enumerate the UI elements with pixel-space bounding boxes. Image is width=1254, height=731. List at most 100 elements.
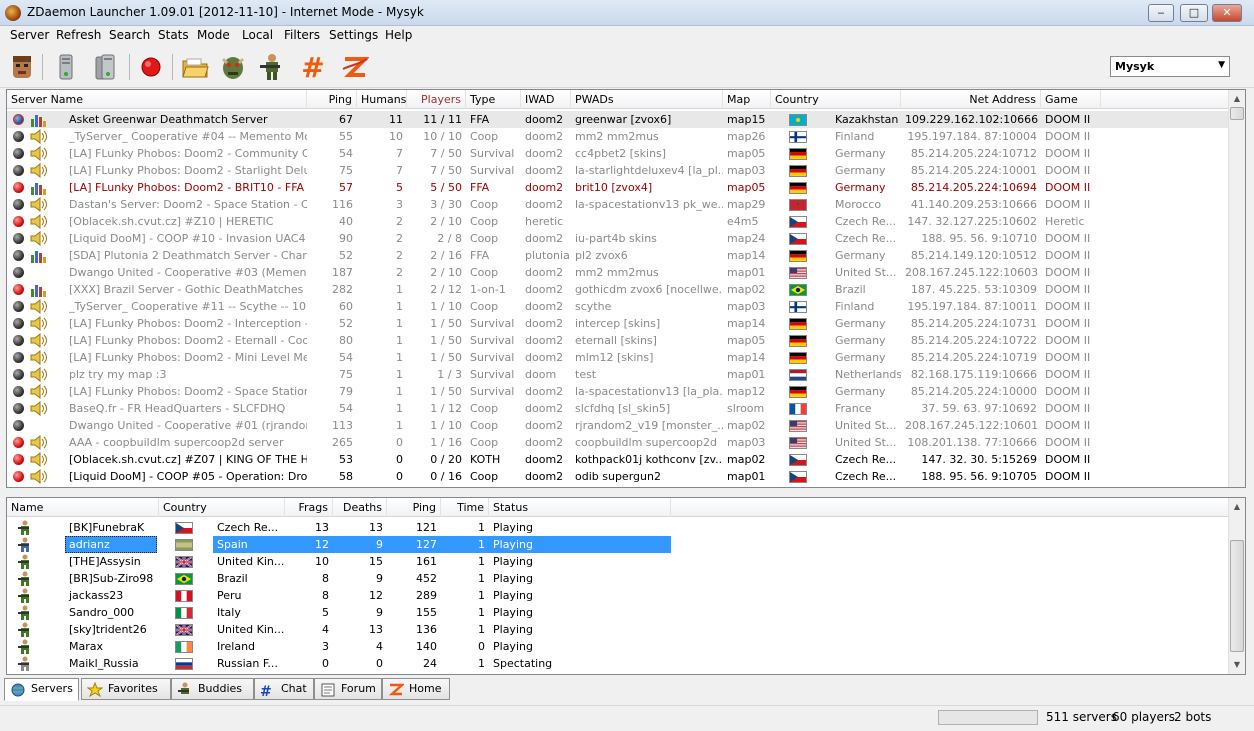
server-row[interactable]: [Oblacek.sh.cvut.cz] #Z10 | HERETIC 40 2 2 … [7, 213, 1229, 230]
server-row[interactable]: Dwango United - Cooperative #01 (rjrando… [7, 417, 1229, 434]
tab-home[interactable]: Home [382, 678, 450, 700]
column-header-frags[interactable]: Frags [285, 498, 333, 517]
server-status-icon [13, 114, 24, 125]
menu-mode[interactable]: Mode [197, 28, 230, 42]
menu-help[interactable]: Help [385, 28, 412, 42]
player-row[interactable]: [BR]Sub-Ziro98 Brazil 8 9 452 1 Playing [7, 570, 1229, 587]
column-header-game[interactable]: Game [1041, 90, 1101, 109]
column-header-status[interactable]: Status [489, 498, 671, 517]
server-pwads: mm2 mm2mus [575, 266, 659, 279]
menu-filters[interactable]: Filters [284, 28, 320, 42]
server-type: Coop [470, 215, 499, 228]
server-list-scrollbar[interactable]: ▲ [1228, 90, 1245, 487]
close-button[interactable]: ✕ [1212, 4, 1242, 22]
column-header-deaths[interactable]: Deaths [333, 498, 387, 517]
column-header-country[interactable]: Country [159, 498, 285, 517]
player-row[interactable]: Sandro_000 Italy 5 9 155 1 Playing [7, 604, 1229, 621]
doomguy-icon[interactable] [7, 52, 37, 82]
scroll-thumb[interactable] [1230, 107, 1244, 120]
server-name: _TyServer_ Cooperative #11 -- Scythe -- … [69, 300, 307, 313]
server-row[interactable]: [LA] FLunky Phobos: Doom2 - Eternall - C… [7, 332, 1229, 349]
server-list[interactable]: Server Name Ping Humans Players Type IWAD PWAD… [6, 89, 1246, 488]
column-header-ping[interactable]: Ping [307, 90, 357, 109]
server-row[interactable]: [LA] FLunky Phobos: Doom2 - Space Statio… [7, 383, 1229, 400]
scroll-up-icon[interactable]: ▲ [1229, 90, 1245, 107]
server-iwad: doom2 [525, 470, 564, 483]
server-row[interactable]: [Liquid DooM] - COOP #05 - Operation: Dr… [7, 468, 1229, 485]
player-row[interactable]: [sky]trident26 United Kin... 4 13 136 1 Playin… [7, 621, 1229, 638]
server-row[interactable]: Dastan's Server: Doom2 - Space Station -… [7, 196, 1229, 213]
player-list-scrollbar[interactable]: ▲ ▼ [1228, 498, 1245, 674]
menu-settings[interactable]: Settings [329, 28, 378, 42]
tab-forum[interactable]: Forum [314, 678, 382, 700]
tab-chat[interactable]: # Chat [254, 678, 314, 700]
player-row[interactable]: [BK]FunebraK Czech Re... 13 13 121 1 Playing [7, 519, 1229, 536]
zdaemon-logo-icon[interactable] [340, 52, 370, 82]
column-header-players[interactable]: Players [407, 90, 466, 109]
player-row[interactable]: adrianz Spain 12 9 127 1 Playing [7, 536, 1229, 553]
tab-label: Home [409, 682, 442, 695]
soldier-icon[interactable] [257, 52, 287, 82]
stop-icon[interactable] [136, 52, 166, 82]
column-header-map[interactable]: Map [723, 90, 771, 109]
column-header-pwads[interactable]: PWADs [571, 90, 723, 109]
column-header-country[interactable]: Country [771, 90, 901, 109]
scroll-up-icon[interactable]: ▲ [1229, 498, 1245, 515]
server-row[interactable]: AAA - coopbuildlm supercoop2d server 265 0… [7, 434, 1229, 451]
server-row[interactable]: Asket Greenwar Deathmatch Server 67 11 11 /… [7, 111, 1229, 128]
menu-refresh[interactable]: Refresh [56, 28, 101, 42]
menu-stats[interactable]: Stats [158, 28, 189, 42]
server-row[interactable]: _TyServer_ Cooperative #11 -- Scythe -- … [7, 298, 1229, 315]
server-row[interactable]: [XXX] Brazil Server - Gothic DeathMatche… [7, 281, 1229, 298]
voice-speaker-icon [29, 162, 47, 179]
player-row[interactable]: [THE]Assysin United Kin... 10 15 161 1 Playing [7, 553, 1229, 570]
column-header-name[interactable]: Name [7, 498, 159, 517]
hash-icon[interactable]: # [298, 51, 328, 84]
player-row[interactable]: Marax Ireland 3 4 140 0 Playing [7, 638, 1229, 655]
column-header-name[interactable]: Server Name [7, 90, 307, 109]
tab-buddies[interactable]: Buddies [171, 678, 254, 700]
column-header-type[interactable]: Type [466, 90, 521, 109]
server-country: Brazil [835, 283, 866, 296]
column-header-ping[interactable]: Ping [387, 498, 441, 517]
column-header-humans[interactable]: Humans [357, 90, 407, 109]
server-row[interactable]: [LA] FLunky Phobos: Doom2 - Mini Level M… [7, 349, 1229, 366]
player-row[interactable]: jackass23 Peru 8 12 289 1 Playing [7, 587, 1229, 604]
profile-select[interactable]: Mysyk ▼ [1110, 56, 1230, 77]
menu-server[interactable]: Server [10, 28, 49, 42]
server-all-icon[interactable] [90, 52, 120, 82]
server-row[interactable]: plz try my map :3 75 1 1 / 3 Survival doom tes… [7, 366, 1229, 383]
column-header-time[interactable]: Time [441, 498, 489, 517]
server-row[interactable]: [LA] FLunky Phobos: Doom2 - Interception… [7, 315, 1229, 332]
player-green-icon [18, 622, 32, 637]
server-map: map29 [727, 198, 766, 211]
scroll-thumb[interactable] [1230, 540, 1244, 652]
column-header-iwad[interactable]: IWAD [521, 90, 571, 109]
server-type: FFA [470, 113, 490, 126]
menu-search[interactable]: Search [109, 28, 150, 42]
monster-icon[interactable] [218, 52, 248, 82]
scroll-down-icon[interactable]: ▼ [1229, 656, 1245, 673]
column-header-addr[interactable]: Net Address [901, 90, 1041, 109]
player-list[interactable]: Name Country Frags Deaths Ping Time Status [BK… [6, 497, 1246, 675]
server-row[interactable]: [Liquid DooM] - COOP #10 - Invasion UAC4… [7, 230, 1229, 247]
flag-cz-icon [789, 233, 807, 245]
tab-servers[interactable]: Servers [4, 678, 79, 701]
server-row[interactable]: Dwango United - Cooperative #03 (Memento… [7, 264, 1229, 281]
server-ping: 55 [339, 130, 353, 143]
minimize-button[interactable]: ‒ [1148, 4, 1174, 22]
maximize-button[interactable]: □ [1180, 4, 1208, 22]
server-row[interactable]: BaseQ.fr - FR HeadQuarters - SLCFDHQ 54 1 1… [7, 400, 1229, 417]
player-row[interactable]: Maikl_Russia Russian F... 0 0 24 1 Spectating [7, 655, 1229, 672]
server-row[interactable]: [Oblacek.sh.cvut.cz] #Z07 | KING OF THE … [7, 451, 1229, 468]
server-row[interactable]: [LA] FLunky Phobos: Doom2 - Community Ch… [7, 145, 1229, 162]
server-row[interactable]: [LA] FLunky Phobos: Doom2 - Starlight De… [7, 162, 1229, 179]
tab-favorites[interactable]: Favorites [81, 678, 171, 700]
open-folder-icon[interactable] [180, 52, 210, 82]
server-row[interactable]: [LA] FLunky Phobos: Doom2 - BRIT10 - FFA… [7, 179, 1229, 196]
server-row[interactable]: [SDA] Plutonia 2 Deathmatch Server - Cha… [7, 247, 1229, 264]
server-icon[interactable] [51, 52, 81, 82]
menu-local[interactable]: Local [242, 28, 273, 42]
server-row[interactable]: _TyServer_ Cooperative #04 -- Memento Mo… [7, 128, 1229, 145]
server-name: [LA] FLunky Phobos: Doom2 - Community Ch… [69, 147, 307, 160]
